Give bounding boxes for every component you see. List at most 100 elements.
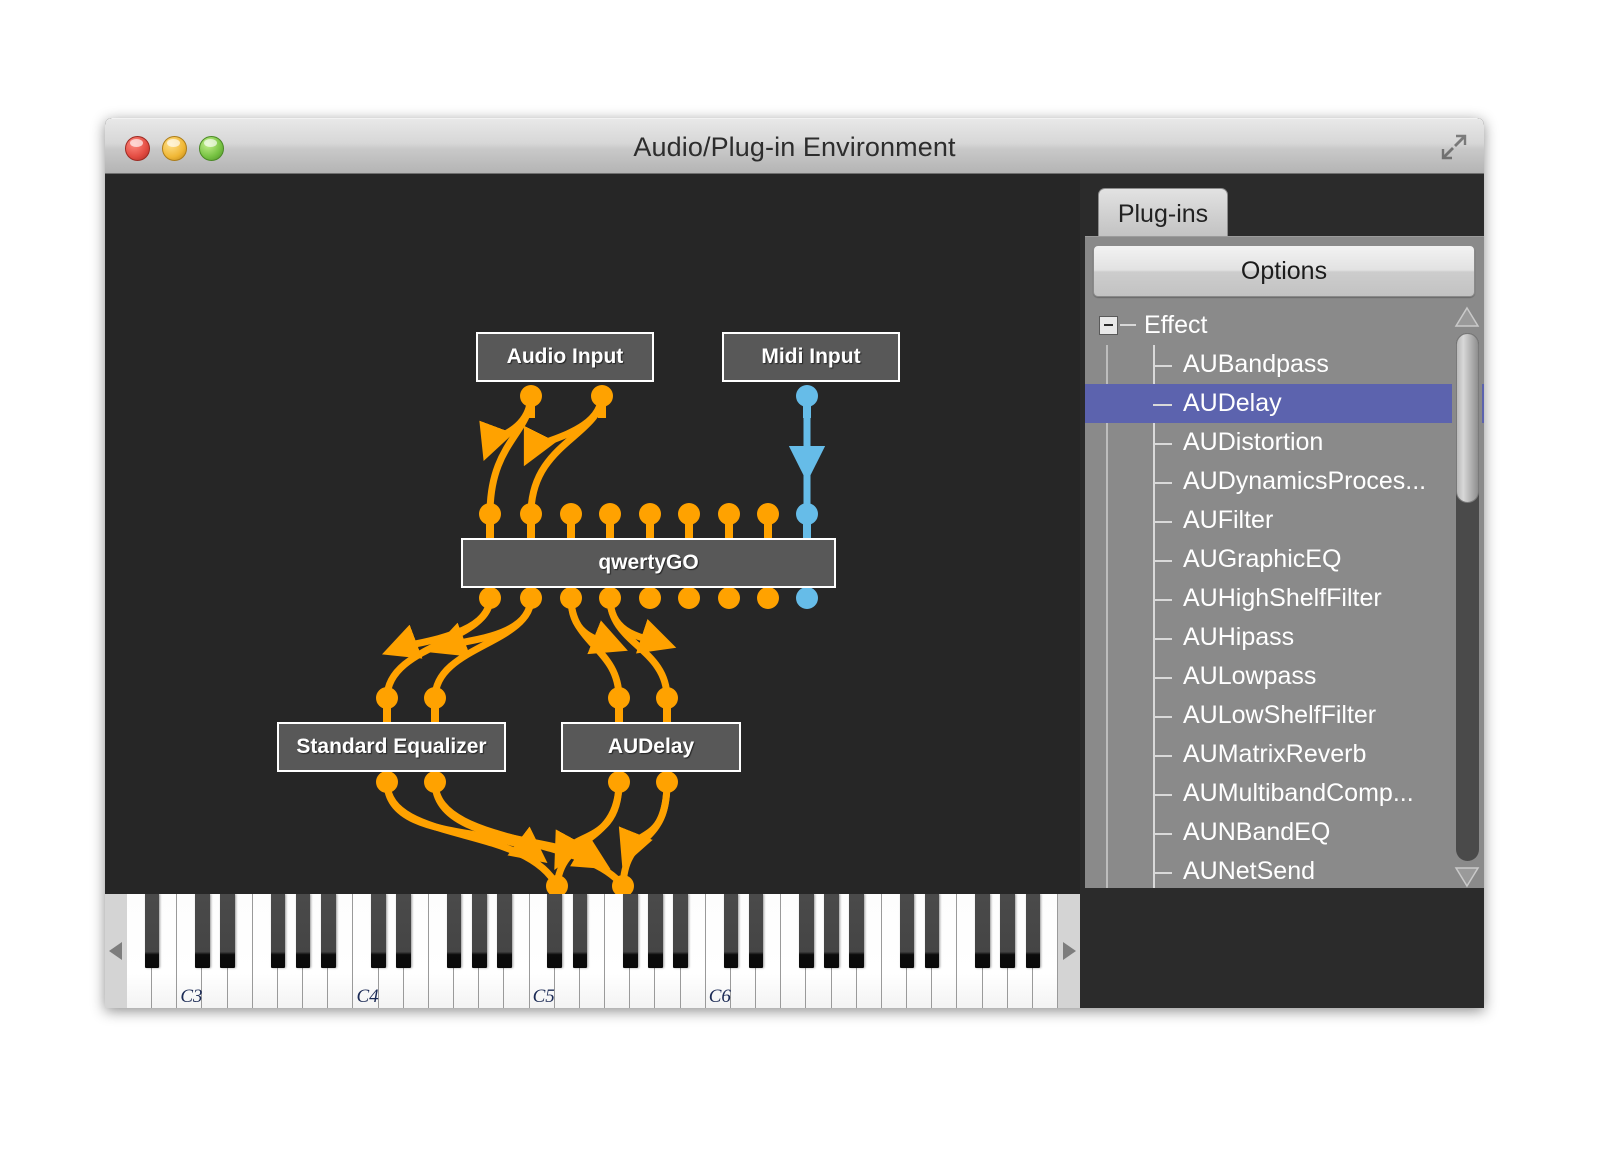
screenshot-root: Audio/Plug-in Environment Audio Input Mi… <box>0 0 1600 1150</box>
piano-black-key[interactable] <box>497 894 512 968</box>
plugins-panel-body: Options Effect AUBandpass AUDelay AUDist… <box>1085 236 1484 889</box>
plugin-label: AUNBandEQ <box>1183 818 1331 846</box>
tree-dash-icon <box>1153 403 1172 406</box>
node-audelay[interactable]: AUDelay <box>561 722 741 772</box>
node-label: qwertyGO <box>598 551 699 574</box>
plugin-label: AUNetSend <box>1183 857 1316 885</box>
tree-dash-icon <box>1153 559 1172 562</box>
tree-group-effect[interactable]: Effect <box>1085 305 1484 345</box>
scrollbar-thumb[interactable] <box>1456 333 1479 503</box>
piano-black-key[interactable] <box>220 894 235 968</box>
node-label: Midi Input <box>761 345 861 368</box>
piano-black-key[interactable] <box>824 894 839 968</box>
plugins-panel: Plug-ins Options Effect AUBandpass AUDel… <box>1080 174 1484 1008</box>
keyboard-scroll-left[interactable] <box>105 894 127 1008</box>
node-graph-canvas[interactable]: Audio Input Midi Input qwertyGO Standard… <box>105 174 1080 894</box>
keyboard-keys[interactable]: C3 C4 C5 C6 <box>127 894 1058 1008</box>
plugin-item-audistortion[interactable]: AUDistortion <box>1085 423 1484 462</box>
cable-layer <box>376 385 826 894</box>
options-button-label: Options <box>1240 256 1328 285</box>
panel-empty-area <box>1080 888 1484 1008</box>
node-audio-input[interactable]: Audio Input <box>476 332 654 382</box>
scroll-up-arrow[interactable] <box>1454 305 1480 329</box>
piano-black-key[interactable] <box>471 894 487 968</box>
piano-black-key[interactable] <box>849 894 864 968</box>
plugin-label: AULowpass <box>1183 662 1317 690</box>
piano-black-key[interactable] <box>371 894 386 968</box>
plugin-item-aumultibandcompressor[interactable]: AUMultibandComp... <box>1085 774 1484 813</box>
node-label: AUDelay <box>607 735 695 758</box>
plugin-label: AUFilter <box>1183 506 1274 534</box>
piano-black-key[interactable] <box>1025 894 1041 968</box>
plugin-item-aunetsend[interactable]: AUNetSend <box>1085 852 1484 889</box>
piano-black-key[interactable] <box>270 894 286 968</box>
piano-black-key[interactable] <box>723 894 739 968</box>
triangle-left-icon <box>109 942 122 960</box>
node-label: Audio Input <box>506 345 624 368</box>
piano-black-key[interactable] <box>144 894 160 968</box>
tree-dash-icon <box>1120 324 1136 326</box>
tree-dash-icon <box>1153 481 1172 484</box>
piano-black-key[interactable] <box>572 894 588 968</box>
piano-black-key[interactable] <box>622 894 638 968</box>
plugin-label: AULowShelfFilter <box>1183 701 1377 729</box>
plugin-item-aulowshelffilter[interactable]: AULowShelfFilter <box>1085 696 1484 735</box>
collapse-icon[interactable] <box>1099 315 1118 335</box>
node-standard-equalizer[interactable]: Standard Equalizer <box>277 722 506 772</box>
plugin-item-aubandpass[interactable]: AUBandpass <box>1085 345 1484 384</box>
piano-black-key[interactable] <box>924 894 940 968</box>
plugin-item-audynamicsprocessor[interactable]: AUDynamicsProces... <box>1085 462 1484 501</box>
plugin-item-augraphiceq[interactable]: AUGraphicEQ <box>1085 540 1484 579</box>
plugins-scrollbar[interactable] <box>1452 305 1482 889</box>
window-titlebar: Audio/Plug-in Environment <box>105 118 1484 174</box>
audio-plugin-environment-window: Audio/Plug-in Environment Audio Input Mi… <box>105 118 1484 1008</box>
piano-key-label: C3 <box>180 986 203 1007</box>
plugin-item-audelay[interactable]: AUDelay <box>1085 384 1484 423</box>
piano-keyboard[interactable]: C3 C4 C5 C6 <box>105 894 1080 1008</box>
tree-dash-icon <box>1153 871 1172 874</box>
plugin-item-aufilter[interactable]: AUFilter <box>1085 501 1484 540</box>
piano-black-key[interactable] <box>547 894 563 968</box>
node-midi-input[interactable]: Midi Input <box>722 332 900 382</box>
tab-plug-ins[interactable]: Plug-ins <box>1098 188 1228 240</box>
node-qwertygo[interactable]: qwertyGO <box>461 538 836 588</box>
piano-black-key[interactable] <box>446 894 462 968</box>
plugin-label: AUHipass <box>1183 623 1295 651</box>
piano-black-key[interactable] <box>648 894 663 968</box>
scroll-down-arrow[interactable] <box>1454 865 1480 889</box>
tab-label: Plug-ins <box>1117 200 1209 228</box>
plugin-label: AUBandpass <box>1183 350 1329 378</box>
piano-black-key[interactable] <box>321 894 336 968</box>
tree-dash-icon <box>1153 520 1172 523</box>
piano-black-key[interactable] <box>975 894 990 968</box>
tree-dash-icon <box>1153 676 1172 679</box>
tree-dash-icon <box>1153 637 1172 640</box>
tree-dash-icon <box>1153 793 1172 796</box>
tree-dash-icon <box>1153 364 1172 367</box>
piano-black-key[interactable] <box>899 894 915 968</box>
node-label: Standard Equalizer <box>296 735 487 758</box>
piano-black-key[interactable] <box>1000 894 1015 968</box>
piano-key-label: C5 <box>532 986 555 1007</box>
piano-black-key[interactable] <box>799 894 814 968</box>
plugin-item-aunbandeq[interactable]: AUNBandEQ <box>1085 813 1484 852</box>
plugin-label: AUMatrixReverb <box>1183 740 1367 768</box>
plugin-item-auhighshelffilter[interactable]: AUHighShelfFilter <box>1085 579 1484 618</box>
resize-icon[interactable] <box>1440 133 1468 161</box>
plugin-item-aulowpass[interactable]: AULowpass <box>1085 657 1484 696</box>
keyboard-scroll-right[interactable] <box>1058 894 1080 1008</box>
plugin-item-aumatrixreverb[interactable]: AUMatrixReverb <box>1085 735 1484 774</box>
tree-dash-icon <box>1153 754 1172 757</box>
plugins-tree[interactable]: Effect AUBandpass AUDelay AUDistortion A… <box>1085 305 1484 889</box>
plugin-item-auhipass[interactable]: AUHipass <box>1085 618 1484 657</box>
tree-dash-icon <box>1153 715 1172 718</box>
piano-black-key[interactable] <box>748 894 764 968</box>
piano-black-key[interactable] <box>195 894 210 968</box>
piano-black-key[interactable] <box>673 894 688 968</box>
options-button[interactable]: Options <box>1093 245 1475 297</box>
plugin-label: AUDynamicsProces... <box>1183 467 1427 495</box>
piano-black-key[interactable] <box>295 894 311 968</box>
plugin-label: AUMultibandComp... <box>1183 779 1414 807</box>
tree-dash-icon <box>1153 598 1172 601</box>
piano-black-key[interactable] <box>396 894 412 968</box>
